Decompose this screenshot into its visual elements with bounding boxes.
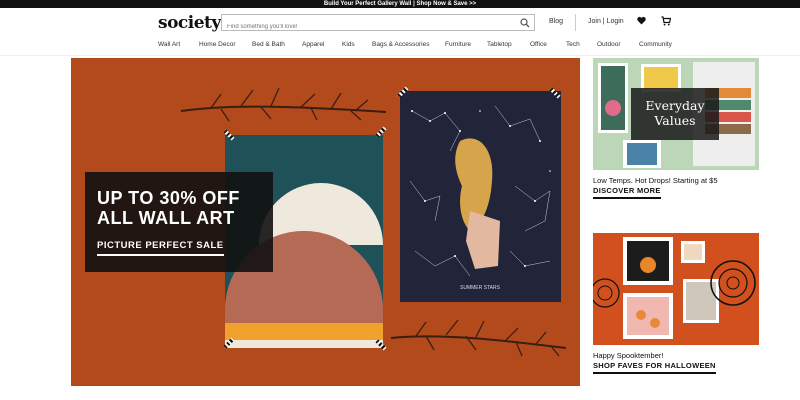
picture-perfect-sale-link[interactable]: PICTURE PERFECT SALE: [97, 240, 224, 256]
halloween-banner[interactable]: [593, 233, 759, 345]
header-divider: [575, 14, 576, 31]
hero-promo-card: UP TO 30% OFF ALL WALL ART PICTURE PERFE…: [85, 172, 273, 272]
halloween-wall-image: [593, 233, 759, 345]
search-icon[interactable]: [520, 18, 530, 28]
nav-apparel[interactable]: Apparel: [302, 41, 324, 48]
nav-home-decor[interactable]: Home Decor: [199, 41, 235, 48]
nav-office[interactable]: Office: [530, 41, 547, 48]
nav-furniture[interactable]: Furniture: [445, 41, 471, 48]
poster-caption: SUMMER STARS: [460, 285, 501, 291]
nav-tabletop[interactable]: Tabletop: [487, 41, 512, 48]
nav-wall-art[interactable]: Wall Art: [158, 41, 180, 48]
nav-tech[interactable]: Tech: [566, 41, 580, 48]
nav-bed-bath[interactable]: Bed & Bath: [252, 41, 285, 48]
everyday-values-banner[interactable]: Everyday Values: [593, 58, 759, 170]
nav-outdoor[interactable]: Outdoor: [597, 41, 621, 48]
everyday-label-line1: Everyday: [645, 98, 705, 113]
nav-community[interactable]: Community: [639, 41, 672, 48]
values-label-line2: Values: [654, 113, 696, 128]
join-login-link[interactable]: Join | Login: [588, 18, 624, 25]
nav-bags-accessories[interactable]: Bags & Accessories: [372, 41, 429, 48]
dried-branch-bottom: [391, 319, 567, 357]
promo-banner[interactable]: Build Your Perfect Gallery Wall | Shop N…: [0, 0, 800, 8]
everyday-values-label: Everyday Values: [631, 88, 719, 140]
constellation-poster: SUMMER STARS: [400, 91, 561, 302]
card1-caption: Low Temps. Hot Drops! Starting at $5: [593, 176, 718, 185]
dried-branch-top: [181, 87, 387, 122]
cart-icon[interactable]: [661, 16, 671, 26]
discover-more-link[interactable]: DISCOVER MORE: [593, 186, 661, 199]
card2-caption: Happy Spooktember!: [593, 351, 664, 360]
nav-divider: [0, 55, 800, 56]
hero-headline-line1: UP TO 30% OFF: [97, 188, 240, 208]
hero-headline-line2: ALL WALL ART: [97, 208, 235, 228]
shop-halloween-link[interactable]: SHOP FAVES FOR HALLOWEEN: [593, 361, 716, 374]
hero-banner[interactable]: SUMMER STARS UP TO 30% OFF ALL WALL ART …: [71, 58, 580, 386]
heart-icon[interactable]: [637, 16, 646, 25]
main-nav: Wall Art Home Decor Bed & Bath Apparel K…: [0, 41, 800, 51]
search-input[interactable]: [222, 19, 512, 35]
blog-link[interactable]: Blog: [549, 18, 563, 25]
nav-kids[interactable]: Kids: [342, 41, 355, 48]
search-bar: [221, 14, 535, 35]
